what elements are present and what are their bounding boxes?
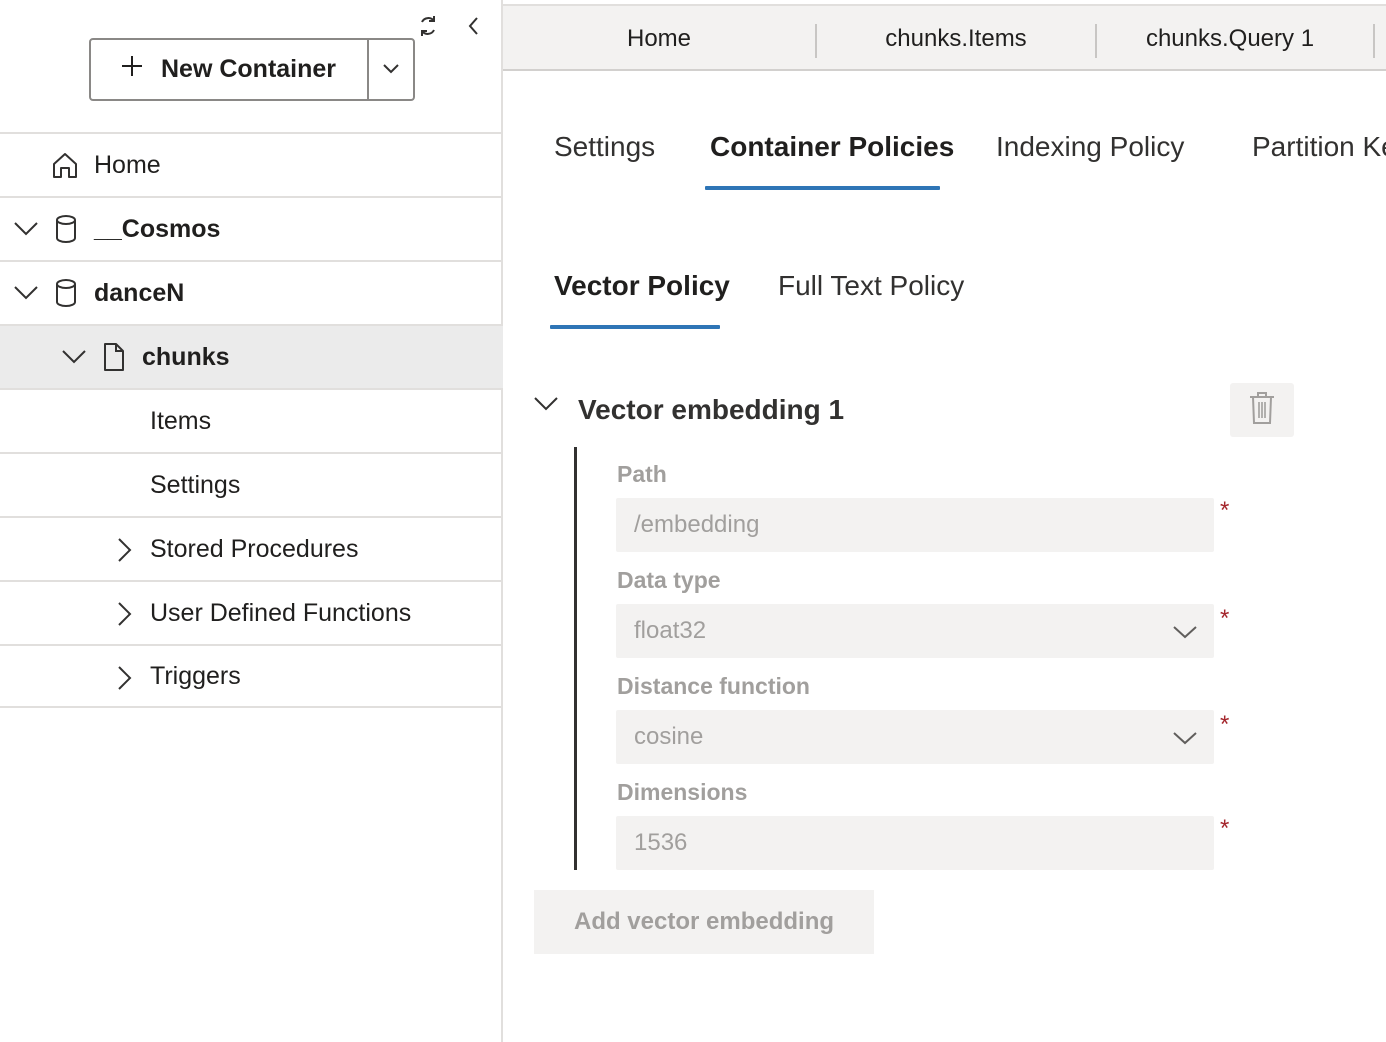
tab-label: Home [626, 24, 692, 52]
add-vector-embedding-button[interactable]: Add vector embedding [534, 890, 874, 954]
document-tab-bar: Home chunks.Items chunks.Query 1 [503, 4, 1386, 71]
refresh-icon[interactable] [416, 12, 440, 40]
tree-item-label: Stored Procedures [150, 534, 359, 563]
database-icon [53, 214, 79, 244]
embedding-title: Vector embedding 1 [578, 394, 845, 425]
collapse-sidebar-icon[interactable] [462, 12, 486, 40]
distance-function-label: Distance function [617, 673, 810, 699]
distance-function-dropdown[interactable]: cosine [616, 710, 1214, 764]
new-container-main[interactable]: New Container [91, 40, 367, 99]
tree-item-label: Home [94, 150, 161, 179]
active-tab-indicator [550, 325, 720, 329]
data-type-value: float32 [634, 617, 707, 644]
path-label: Path [617, 461, 667, 487]
required-marker: * [1220, 711, 1230, 738]
tree-item-label: Triggers [150, 661, 241, 690]
tree-item-container-chunks[interactable]: chunks [0, 324, 503, 388]
document-icon [102, 342, 126, 372]
distance-function-value: cosine [634, 723, 704, 750]
tab-home[interactable]: Home [503, 6, 815, 71]
chevron-down-icon[interactable] [12, 280, 40, 304]
tree-item-label: __Cosmos [94, 214, 221, 243]
chevron-right-icon[interactable] [112, 536, 136, 564]
embedding-collapse-toggle[interactable] [530, 392, 562, 421]
chevron-down-icon[interactable] [530, 392, 562, 421]
tree-item-label: Settings [150, 470, 241, 499]
tree-item-settings[interactable]: Settings [0, 452, 503, 516]
resource-tree-panel: New Container Home __Cosmos danceN chunk… [0, 0, 503, 1042]
embedding-group-rail [574, 447, 577, 870]
tree-item-stored-procedures[interactable]: Stored Procedures [0, 516, 503, 580]
path-input[interactable]: /embedding [616, 498, 1214, 552]
chevron-down-icon[interactable] [12, 216, 40, 240]
trash-icon [1248, 391, 1276, 430]
dimensions-value: 1536 [634, 829, 688, 856]
tree-item-triggers[interactable]: Triggers [0, 644, 503, 708]
chevron-down-icon [382, 61, 400, 79]
tab-settings[interactable]: Settings [554, 131, 655, 163]
required-marker: * [1220, 497, 1230, 524]
tab-chunks-query[interactable]: chunks.Query 1 [1097, 6, 1363, 71]
tab-partition-keys[interactable]: Partition Ke [1252, 131, 1386, 163]
data-type-dropdown[interactable]: float32 [616, 604, 1214, 658]
tab-label: chunks.Items [885, 24, 1027, 52]
chevron-right-icon[interactable] [112, 600, 136, 628]
dimensions-input[interactable]: 1536 [616, 816, 1214, 870]
tab-full-text-policy[interactable]: Full Text Policy [778, 270, 964, 302]
tree-item-label: danceN [94, 278, 185, 307]
path-value: /embedding [634, 511, 760, 538]
plus-icon [121, 55, 143, 84]
tab-divider [1373, 24, 1375, 58]
database-icon [53, 278, 79, 308]
chevron-down-icon [1172, 620, 1198, 648]
new-container-dropdown[interactable] [367, 40, 413, 99]
sidebar-toolbar [416, 12, 486, 40]
chevron-down-icon[interactable] [60, 344, 88, 368]
data-type-label: Data type [617, 567, 721, 593]
home-icon [50, 150, 80, 180]
required-marker: * [1220, 815, 1230, 842]
tab-label: chunks.Query 1 [1145, 24, 1315, 52]
tab-indexing-policy[interactable]: Indexing Policy [996, 131, 1184, 163]
tree-item-label: User Defined Functions [150, 598, 412, 627]
tab-vector-policy[interactable]: Vector Policy [554, 270, 730, 302]
new-container-button[interactable]: New Container [89, 38, 415, 101]
chevron-right-icon[interactable] [112, 664, 136, 692]
tree-item-home[interactable]: Home [0, 132, 503, 196]
resource-tree: Home __Cosmos danceN chunks Items Settin… [0, 132, 503, 708]
new-container-label: New Container [161, 55, 337, 83]
tab-container-policies[interactable]: Container Policies [710, 131, 954, 163]
chevron-down-icon [1172, 726, 1198, 754]
tab-chunks-items[interactable]: chunks.Items [817, 6, 1095, 71]
tree-item-user-defined-functions[interactable]: User Defined Functions [0, 580, 503, 644]
delete-embedding-button[interactable] [1230, 383, 1294, 437]
active-tab-indicator [705, 186, 940, 190]
tree-item-items[interactable]: Items [0, 388, 503, 452]
tree-item-label: Items [150, 406, 212, 435]
dimensions-label: Dimensions [617, 779, 748, 805]
tree-item-database-cosmos[interactable]: __Cosmos [0, 196, 503, 260]
required-marker: * [1220, 605, 1230, 632]
tree-item-label: chunks [142, 342, 230, 371]
tree-item-database-dancen[interactable]: danceN [0, 260, 503, 324]
